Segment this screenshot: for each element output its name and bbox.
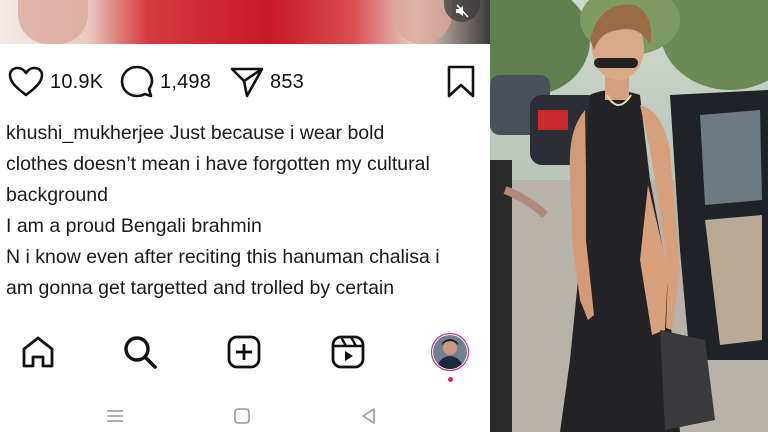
nav-reels[interactable] <box>326 330 370 374</box>
save-button[interactable] <box>446 60 476 104</box>
media-arm-right <box>392 0 452 44</box>
bookmark-icon <box>447 65 475 98</box>
nav-search[interactable] <box>118 330 162 374</box>
sys-back-button[interactable] <box>357 406 381 426</box>
profile-avatar <box>431 333 469 371</box>
heart-icon <box>8 66 44 97</box>
comment-bubble-icon <box>120 65 154 98</box>
search-icon <box>124 336 157 369</box>
street-photo <box>490 0 768 432</box>
media-arm-left <box>18 0 88 44</box>
woman-walking-photo <box>490 0 768 432</box>
comment-button[interactable]: 1,498 <box>120 60 211 104</box>
back-triangle-icon <box>362 408 375 424</box>
speaker-muted-icon <box>456 4 469 18</box>
caption-line: background <box>6 184 108 206</box>
caption-line: I am a proud Bengali brahmin <box>6 215 262 237</box>
menu-lines-icon <box>107 410 123 422</box>
caption-line: am gonna get targetted and trolled by ce… <box>6 277 395 299</box>
like-count: 10.9K <box>50 70 104 93</box>
paper-plane-icon <box>230 67 264 98</box>
home-icon <box>22 336 54 368</box>
caption-line: khushi_mukherjee Just because i wear bol… <box>6 122 385 144</box>
sys-menu-button[interactable] <box>103 406 127 426</box>
caption-line: clothes doesn’t mean i have forgotten my… <box>6 153 430 175</box>
like-button[interactable]: 10.9K <box>8 60 103 104</box>
system-navigation-bar <box>0 400 490 432</box>
sys-home-button[interactable] <box>230 406 254 426</box>
caption-username[interactable]: khushi_mukherjee <box>6 122 164 144</box>
comment-count: 1,498 <box>160 70 212 93</box>
share-count: 853 <box>270 70 304 93</box>
instagram-post-screenshot: 10.9K 1,498 853 khushi_mukherjee Just be… <box>0 0 490 432</box>
post-media[interactable] <box>0 0 490 44</box>
square-icon <box>234 408 250 424</box>
post-caption: khushi_mukherjee Just because i wear bol… <box>6 118 484 314</box>
nav-create[interactable] <box>222 330 266 374</box>
nav-profile[interactable] <box>428 330 472 374</box>
bottom-navigation-bar <box>0 322 490 382</box>
caption-line: N i know even after reciting this hanuma… <box>6 246 440 268</box>
plus-square-icon <box>227 335 261 369</box>
notification-dot <box>448 377 453 382</box>
post-actions: 10.9K 1,498 853 <box>0 60 490 104</box>
share-button[interactable]: 853 <box>230 60 304 104</box>
reels-icon <box>331 335 365 369</box>
nav-home[interactable] <box>16 330 60 374</box>
